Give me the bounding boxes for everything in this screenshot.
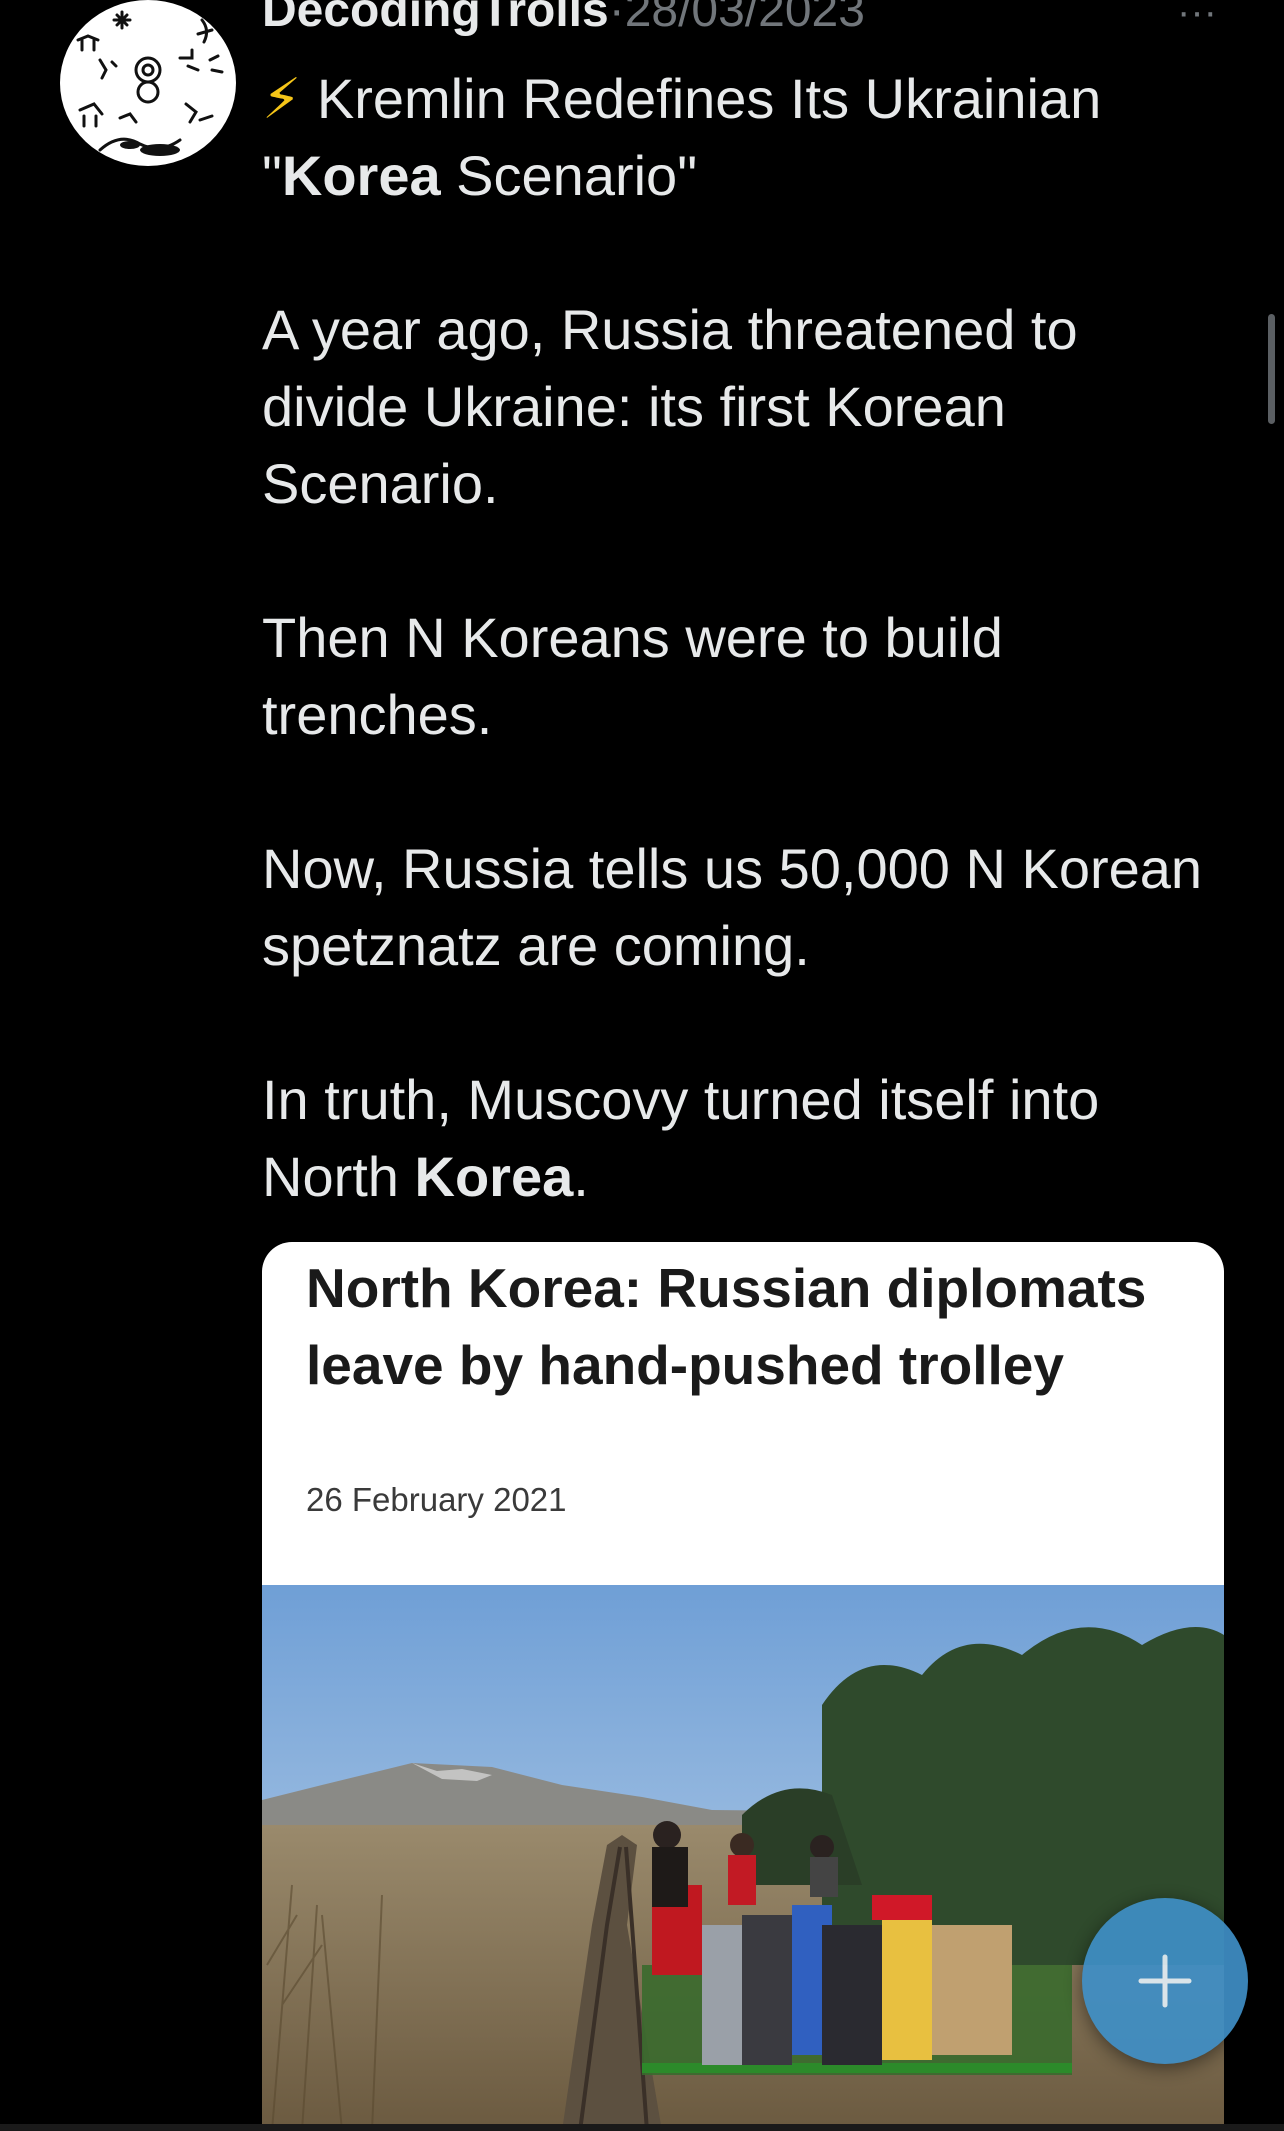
tweet-title-line1: ⚡ Kremlin Redefines Its Ukrainian <box>262 60 1222 137</box>
tweet-paragraph-2: Then N Koreans were to build trenches. <box>262 606 1003 746</box>
title-part1: Kremlin Redefines Its Ukrainian <box>316 67 1102 130</box>
tweet-text: ⚡ Kremlin Redefines Its Ukrainian "Korea… <box>262 60 1222 1215</box>
para4-start: In truth, Muscovy turned itself into Nor… <box>262 1068 1100 1208</box>
lightning-icon: ⚡ <box>262 67 302 130</box>
author-avatar[interactable] <box>60 0 236 166</box>
title-quote-open: " <box>262 144 282 207</box>
title-part2: Scenario" <box>440 144 698 207</box>
tweet-paragraph-3: Now, Russia tells us 50,000 N Korean spe… <box>262 837 1203 977</box>
author-name[interactable]: DecodingTrolls <box>262 0 609 37</box>
plus-icon <box>1082 1898 1248 2064</box>
trolley-photo-image <box>262 1585 1224 2131</box>
compose-button[interactable] <box>1082 1898 1248 2064</box>
tweet-date[interactable]: 28/03/2023 <box>625 0 865 37</box>
more-options-icon[interactable]: ··· <box>1172 0 1222 32</box>
title-highlight: Korea <box>281 144 441 207</box>
tweet-paragraph-4: In truth, Muscovy turned itself into Nor… <box>262 1061 1222 1215</box>
scrollbar-thumb[interactable] <box>1268 314 1275 424</box>
avatar-glyphs-image <box>76 10 224 156</box>
tweet-paragraph-1: A year ago, Russia threatened to divide … <box>262 298 1078 515</box>
bottom-nav-edge <box>0 2124 1284 2131</box>
tweet-header: DecodingTrolls·28/03/2023 <box>262 0 865 40</box>
para4-end: . <box>573 1145 589 1208</box>
header-separator: · <box>608 0 625 37</box>
attached-image-card[interactable]: North Korea: Russian diplomats leave by … <box>262 1242 1224 2131</box>
card-headline: North Korea: Russian diplomats leave by … <box>306 1257 1147 1396</box>
tweet-title-line2: "Korea Scenario" <box>262 137 1222 214</box>
card-date: 26 February 2021 <box>306 1481 567 1518</box>
para4-highlight: Korea <box>414 1145 574 1208</box>
